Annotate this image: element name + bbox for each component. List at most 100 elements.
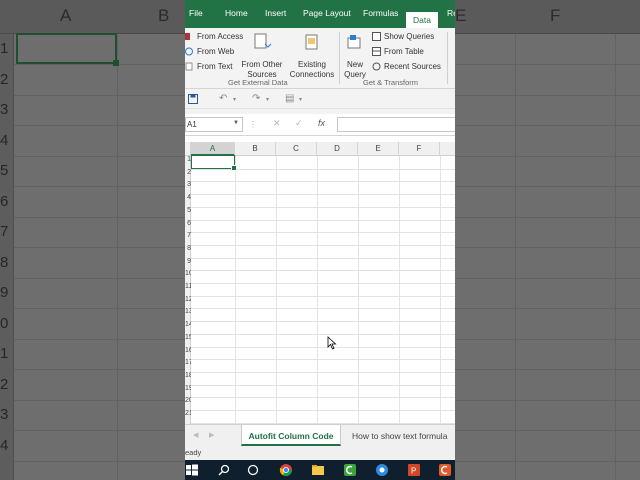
name-box-dropdown-icon[interactable]: ▼ <box>233 120 239 126</box>
tab-review[interactable]: Re <box>447 8 455 18</box>
row-header[interactable]: 7 <box>185 232 191 245</box>
browser-icon[interactable] <box>375 463 389 477</box>
tab-data[interactable]: Data <box>406 12 438 28</box>
search-icon[interactable] <box>217 463 231 477</box>
row-header[interactable]: 20 <box>185 397 191 410</box>
row-header[interactable]: 14 <box>185 321 191 334</box>
from-access-label: From Access <box>197 32 244 41</box>
group-separator <box>339 32 340 84</box>
gridline <box>191 244 455 246</box>
gridline <box>191 257 455 259</box>
tab-page-layout[interactable]: Page Layout <box>303 8 351 18</box>
mouse-cursor-icon <box>327 336 337 350</box>
column-header-d[interactable]: D <box>317 142 358 156</box>
column-header-f[interactable]: F <box>399 142 440 156</box>
tab-file[interactable]: File <box>189 8 203 18</box>
formula-input[interactable] <box>337 117 455 132</box>
tab-formulas[interactable]: Formulas <box>363 8 398 18</box>
row-header[interactable]: 19 <box>185 385 191 398</box>
column-header-e[interactable]: E <box>358 142 399 156</box>
chrome-icon[interactable] <box>279 463 293 477</box>
gridline <box>191 232 455 234</box>
row-header[interactable]: 4 <box>185 194 191 207</box>
row-header[interactable]: 15 <box>185 334 191 347</box>
quick-print-icon[interactable]: ▤ <box>285 93 294 104</box>
tab-home[interactable]: Home <box>225 8 248 18</box>
bg-row-label: 2 <box>0 70 9 88</box>
bg-gridline <box>14 186 185 187</box>
table-icon <box>372 47 381 56</box>
column-header-c[interactable]: C <box>276 142 317 156</box>
customize-qat-icon[interactable]: ▾ <box>299 96 302 103</box>
recent-sources-button[interactable]: Recent Sources <box>372 62 441 71</box>
row-header[interactable]: 8 <box>185 245 191 258</box>
group-separator <box>447 32 448 84</box>
row-header[interactable]: 11 <box>185 283 191 296</box>
row-header[interactable]: 18 <box>185 372 191 385</box>
bg-gridline <box>615 34 616 480</box>
status-text: eady <box>185 448 202 457</box>
gridline <box>191 308 455 310</box>
row-header[interactable]: 12 <box>185 296 191 309</box>
row-header[interactable]: 9 <box>185 258 191 271</box>
redo-dropdown-icon[interactable]: ▾ <box>266 96 269 103</box>
row-header[interactable]: 10 <box>185 270 191 283</box>
active-cell-a1[interactable] <box>191 155 237 171</box>
camtasia-recorder-icon[interactable] <box>438 463 452 477</box>
row-header[interactable]: 16 <box>185 347 191 360</box>
next-sheet-icon[interactable]: ▶ <box>209 431 214 439</box>
gridline <box>191 333 455 335</box>
row-header[interactable]: 3 <box>185 181 191 194</box>
formula-bar: A1 ▼ ⋮ ✕ ✓ fx <box>185 114 455 136</box>
insert-function-button[interactable]: fx <box>318 118 325 128</box>
excel-window: File Home Insert Page Layout Formulas Da… <box>185 0 455 480</box>
existing-connections-button[interactable]: Existing Connections <box>289 32 335 80</box>
undo-icon[interactable]: ↶ <box>219 93 227 104</box>
row-header[interactable]: 6 <box>185 220 191 233</box>
row-header[interactable]: 2 <box>185 169 191 182</box>
row-header[interactable]: 13 <box>185 308 191 321</box>
column-header-a[interactable]: A <box>191 142 235 156</box>
undo-dropdown-icon[interactable]: ▾ <box>233 96 236 103</box>
camtasia-icon[interactable] <box>343 463 357 477</box>
save-icon[interactable] <box>188 94 198 104</box>
column-header-b[interactable]: B <box>235 142 276 156</box>
row-header[interactable]: 21 <box>185 410 191 423</box>
from-table-button[interactable]: From Table <box>372 47 424 56</box>
sheet-tab-autofit-column-code[interactable]: Autofit Column Code <box>241 425 341 446</box>
gridline <box>191 219 455 221</box>
worksheet-grid[interactable]: A B C D E F 1 2 3 4 5 6 7 8 9 10 11 12 13 14 15 16 17 18 1… <box>185 142 455 426</box>
row-header[interactable]: 17 <box>185 359 191 372</box>
recent-sources-icon <box>372 62 381 71</box>
connections-icon <box>305 34 318 50</box>
row-header[interactable]: 5 <box>185 207 191 220</box>
bg-row-label: 6 <box>0 192 9 210</box>
bg-gridline <box>455 216 640 218</box>
powerpoint-icon[interactable]: P <box>407 463 421 477</box>
previous-sheet-icon[interactable]: ◀ <box>193 431 198 439</box>
from-text-label: From Text <box>197 62 233 71</box>
gridline <box>191 346 455 348</box>
bg-gridline <box>14 247 185 248</box>
from-other-sources-button[interactable]: From Other Sources <box>240 32 284 80</box>
file-explorer-icon[interactable] <box>311 463 325 477</box>
bg-row-label: 3 <box>0 406 9 423</box>
windows-start-icon[interactable] <box>185 463 199 477</box>
name-box[interactable]: A1 ▼ <box>185 117 243 132</box>
bg-gridline <box>14 430 185 431</box>
cancel-entry-button[interactable]: ✕ <box>273 118 281 129</box>
tab-insert[interactable]: Insert <box>265 8 286 18</box>
gridline <box>191 181 455 183</box>
bg-gridline <box>14 155 185 157</box>
formula-bar-grip-icon[interactable]: ⋮ <box>249 120 257 129</box>
from-web-button[interactable]: From Web <box>185 47 234 56</box>
show-queries-button[interactable]: Show Queries <box>372 32 434 41</box>
task-view-icon[interactable] <box>246 463 260 477</box>
sheet-tab-how-to-show-text-formula[interactable]: How to show text formula <box>352 425 447 446</box>
from-access-button[interactable]: From Access <box>185 32 243 41</box>
new-query-button[interactable]: New Query <box>341 32 369 80</box>
confirm-entry-button[interactable]: ✓ <box>295 118 303 129</box>
redo-icon[interactable]: ↷ <box>252 93 260 104</box>
from-text-button[interactable]: From Text <box>185 62 232 71</box>
bg-gridline <box>455 430 640 431</box>
